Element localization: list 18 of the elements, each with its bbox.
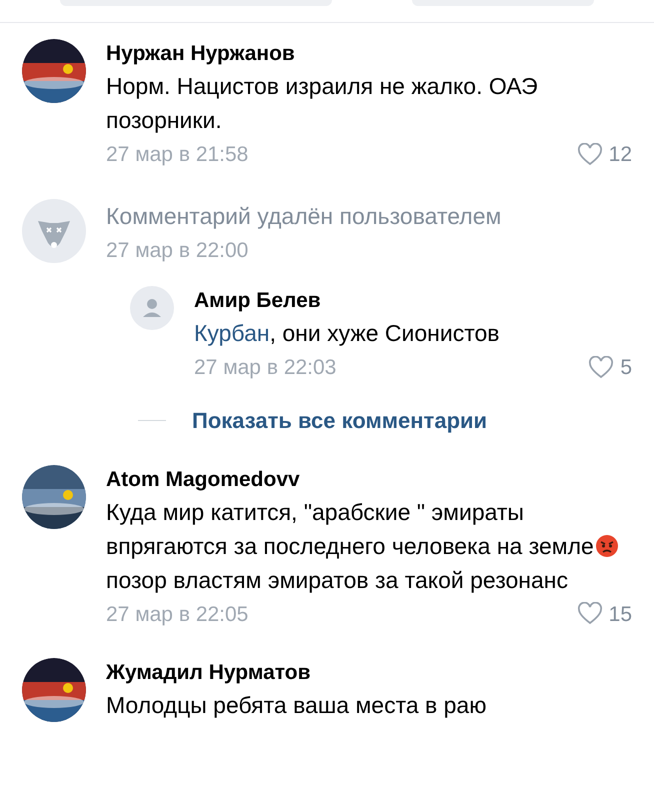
author-name[interactable]: Atom Magomedovv <box>106 464 632 494</box>
author-name[interactable]: Амир Белев <box>194 286 632 316</box>
show-all-comments-link[interactable]: Показать все комментарии <box>192 404 488 436</box>
mention-link[interactable]: Курбан <box>194 320 270 346</box>
comment-date: 27 мар в 22:00 <box>106 238 248 264</box>
deleted-notice: Комментарий удалён пользователем <box>106 202 502 231</box>
author-name[interactable]: Нуржан Нуржанов <box>106 39 632 69</box>
comment-date: 27 мар в 22:03 <box>194 355 336 381</box>
comment-text: Куда мир катится, "арабские " эмираты впрягаются за последнего человека на земле позор властям эмиратов за такой резонанс <box>106 494 632 596</box>
user-icon <box>130 286 174 330</box>
angry-face-icon <box>594 534 619 558</box>
comment-text: Молодцы ребята ваша места в раю <box>106 691 488 720</box>
author-name[interactable]: Жумадил Нурматов <box>106 658 632 688</box>
comment-date: 27 мар в 22:05 <box>106 602 248 628</box>
comment-text: Курбан, они хуже Сионистов <box>194 319 500 348</box>
dog-icon <box>22 198 86 262</box>
comment-text: Норм. Нацистов израиля не жалко. ОАЭ позорники. <box>106 72 539 135</box>
comment-date: 27 мар в 21:58 <box>106 142 248 168</box>
